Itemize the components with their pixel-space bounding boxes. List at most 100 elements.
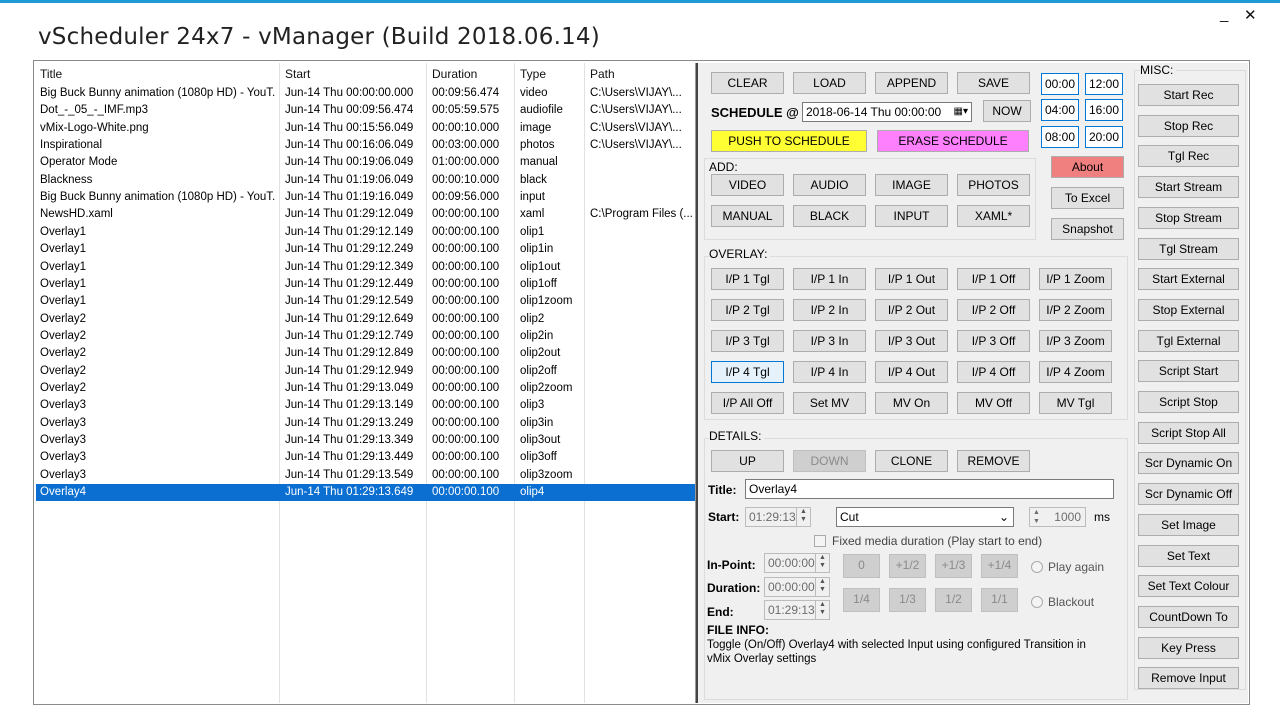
table-row[interactable]: Overlay2 Jun-14 Thu 01:29:12.949 00:00:00.… [36,363,695,380]
ms-spinner-icon[interactable]: ▲ ▼ [1033,508,1040,526]
misc-button-stop-rec[interactable]: Stop Rec [1138,114,1239,137]
end-input[interactable]: 01:29:13 ▲ ▼ [764,600,830,620]
overlay-button-i-p-1-tgl[interactable]: I/P 1 Tgl [711,268,784,290]
offset-plus-quarter-button[interactable]: +1/4 [981,554,1018,578]
erase-schedule-button[interactable]: ERASE SCHEDULE [877,130,1029,152]
overlay-button-i-p-2-in[interactable]: I/P 2 In [793,299,866,321]
misc-button-script-stop-all[interactable]: Script Stop All [1138,421,1239,444]
overlay-button-i-p-4-in[interactable]: I/P 4 In [793,361,866,383]
overlay-button-i-p-2-tgl[interactable]: I/P 2 Tgl [711,299,784,321]
add-photos-button[interactable]: PHOTOS [957,174,1030,196]
transition-ms-input[interactable]: ▲ ▼ 1000 [1029,507,1086,527]
misc-button-set-text[interactable]: Set Text [1138,544,1239,567]
move-up-button[interactable]: UP [711,450,784,472]
column-header-title[interactable]: Title [40,67,62,81]
fraction-quarter-button[interactable]: 1/4 [843,588,880,612]
column-header-type[interactable]: Type [520,67,546,81]
misc-button-start-external[interactable]: Start External [1138,268,1239,291]
add-black-button[interactable]: BLACK [793,205,866,227]
snapshot-button[interactable]: Snapshot [1051,218,1124,240]
remove-button[interactable]: REMOVE [957,450,1030,472]
push-to-schedule-button[interactable]: PUSH TO SCHEDULE [711,130,867,152]
table-row[interactable]: Overlay2 Jun-14 Thu 01:29:12.749 00:00:00.… [36,328,695,345]
misc-button-stop-external[interactable]: Stop External [1138,298,1239,321]
load-button[interactable]: LOAD [793,72,866,94]
play-again-radio[interactable] [1031,561,1043,573]
inpoint-spinner-icon[interactable]: ▲ ▼ [815,554,829,572]
table-row[interactable]: vMix-Logo-White.png Jun-14 Thu 00:15:56.0… [36,120,695,137]
offset-plus-half-button[interactable]: +1/2 [889,554,926,578]
add-image-button[interactable]: IMAGE [875,174,948,196]
misc-button-script-start[interactable]: Script Start [1138,360,1239,383]
column-header-path[interactable]: Path [590,67,615,81]
fixed-duration-checkbox[interactable] [814,535,826,547]
calendar-dropdown-icon[interactable]: ▦▾ [954,103,968,121]
overlay-button-i-p-4-out[interactable]: I/P 4 Out [875,361,948,383]
fraction-full-button[interactable]: 1/1 [981,588,1018,612]
misc-button-set-text-colour[interactable]: Set Text Colour [1138,575,1239,598]
time-preset-0400[interactable]: 04:00 [1041,99,1079,121]
table-row[interactable]: Operator Mode Jun-14 Thu 00:19:06.049 01:0… [36,154,695,171]
misc-button-script-stop[interactable]: Script Stop [1138,391,1239,413]
time-preset-0000[interactable]: 00:00 [1041,73,1079,95]
inpoint-input[interactable]: 00:00:00 ▲ ▼ [764,553,830,573]
duration-spinner-icon[interactable]: ▲ ▼ [815,578,829,596]
time-preset-1600[interactable]: 16:00 [1085,99,1123,121]
table-row[interactable]: Overlay1 Jun-14 Thu 01:29:12.449 00:00:00.… [36,276,695,293]
schedule-grid[interactable]: Title Start Duration Type Path Big Buck … [36,63,696,703]
overlay-button-mv-on[interactable]: MV On [875,392,948,414]
end-spinner-icon[interactable]: ▲ ▼ [815,601,829,619]
transition-select[interactable]: Cut ⌄ [836,507,1014,527]
misc-button-tgl-rec[interactable]: Tgl Rec [1138,145,1239,168]
overlay-button-i-p-3-tgl[interactable]: I/P 3 Tgl [711,330,784,352]
fraction-half-button[interactable]: 1/2 [935,588,972,612]
column-header-duration[interactable]: Duration [432,67,477,81]
clone-button[interactable]: CLONE [875,450,948,472]
overlay-button-i-p-1-zoom[interactable]: I/P 1 Zoom [1039,268,1112,290]
overlay-button-i-p-3-in[interactable]: I/P 3 In [793,330,866,352]
overlay-button-i-p-3-out[interactable]: I/P 3 Out [875,330,948,352]
table-row[interactable]: Overlay3 Jun-14 Thu 01:29:13.349 00:00:00.… [36,432,695,449]
table-row[interactable]: Overlay1 Jun-14 Thu 01:29:12.249 00:00:00.… [36,241,695,258]
now-button[interactable]: NOW [983,100,1031,122]
overlay-button-i-p-1-out[interactable]: I/P 1 Out [875,268,948,290]
close-button[interactable]: ✕ [1244,6,1257,24]
table-row[interactable]: Overlay3 Jun-14 Thu 01:29:13.249 00:00:00.… [36,415,695,432]
add-video-button[interactable]: VIDEO [711,174,784,196]
append-button[interactable]: APPEND [875,72,948,94]
misc-button-start-rec[interactable]: Start Rec [1138,84,1239,106]
table-row[interactable]: Dot_-_05_-_IMF.mp3 Jun-14 Thu 00:09:56.47… [36,102,695,119]
clear-button[interactable]: CLEAR [711,72,784,94]
misc-button-key-press[interactable]: Key Press [1138,636,1239,659]
overlay-button-set-mv[interactable]: Set MV [793,392,866,414]
overlay-button-mv-off[interactable]: MV Off [957,392,1030,414]
table-row[interactable]: Big Buck Bunny animation (1080p HD) - Yo… [36,85,695,102]
table-row[interactable]: Overlay2 Jun-14 Thu 01:29:13.049 00:00:00.… [36,380,695,397]
fraction-third-button[interactable]: 1/3 [889,588,926,612]
overlay-button-i-p-2-out[interactable]: I/P 2 Out [875,299,948,321]
to-excel-button[interactable]: To Excel [1051,187,1124,209]
overlay-button-i-p-4-zoom[interactable]: I/P 4 Zoom [1039,361,1112,383]
table-row[interactable]: Blackness Jun-14 Thu 01:19:06.049 00:00:10… [36,172,695,189]
save-button[interactable]: SAVE [957,72,1030,94]
misc-button-set-image[interactable]: Set Image [1138,513,1239,536]
misc-button-tgl-stream[interactable]: Tgl Stream [1138,237,1239,260]
table-row[interactable]: Overlay3 Jun-14 Thu 01:29:13.549 00:00:00.… [36,467,695,484]
overlay-button-i-p-3-zoom[interactable]: I/P 3 Zoom [1039,330,1112,352]
time-preset-2000[interactable]: 20:00 [1085,126,1123,148]
minimize-button[interactable]: _ [1220,6,1228,23]
duration-input[interactable]: 00:00:00 ▲ ▼ [764,577,830,597]
table-row[interactable]: Overlay1 Jun-14 Thu 01:29:12.149 00:00:00.… [36,224,695,241]
overlay-button-i-p-4-tgl[interactable]: I/P 4 Tgl [711,361,784,383]
misc-button-countdown-to[interactable]: CountDown To [1138,605,1239,628]
misc-button-scr-dynamic-off[interactable]: Scr Dynamic Off [1138,483,1239,506]
table-row[interactable]: Overlay3 Jun-14 Thu 01:29:13.449 00:00:00.… [36,449,695,466]
table-row[interactable]: Overlay2 Jun-14 Thu 01:29:12.849 00:00:00.… [36,345,695,362]
move-down-button[interactable]: DOWN [793,450,866,472]
overlay-button-i-p-2-zoom[interactable]: I/P 2 Zoom [1039,299,1112,321]
table-row[interactable]: Overlay3 Jun-14 Thu 01:29:13.149 00:00:00.… [36,397,695,414]
start-time-spinner-icon[interactable]: ▲ ▼ [796,508,810,526]
time-preset-0800[interactable]: 08:00 [1041,126,1079,148]
table-row[interactable]: Overlay1 Jun-14 Thu 01:29:12.349 00:00:00.… [36,259,695,276]
schedule-datetime-picker[interactable]: 2018-06-14 Thu 00:00:00 ▦▾ [802,102,972,122]
